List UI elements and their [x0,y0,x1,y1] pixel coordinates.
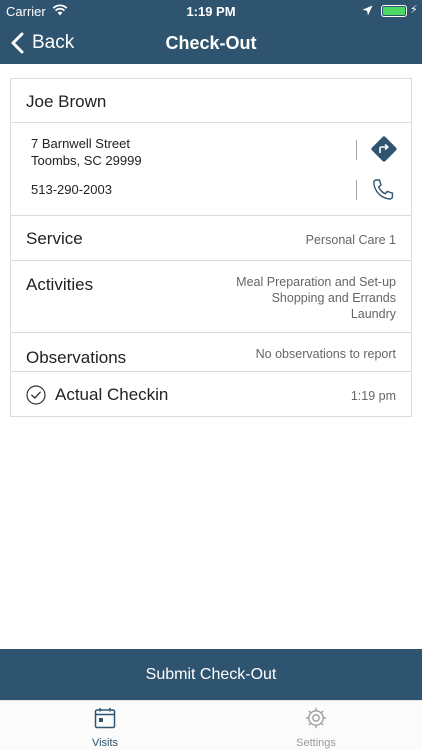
service-label: Service [26,229,83,248]
address-line1: 7 Barnwell Street [31,136,130,151]
tab-bar: Visits Settings [0,700,422,750]
activity-item: Laundry [350,307,396,321]
checkin-time: 1:19 pm [350,389,396,403]
checkin-label: Actual Checkin [55,385,169,404]
contact-row: 7 Barnwell Street Toombs, SC 29999 513-2… [11,123,411,216]
phone-number: 513-290-2003 [31,182,112,197]
divider [356,180,357,200]
client-name: Joe Brown [26,92,107,111]
check-circle-icon [26,385,46,405]
gear-icon [305,707,327,729]
activity-item: Shopping and Errands [271,291,396,305]
activity-item: Meal Preparation and Set-up [236,275,396,289]
activities-label: Activities [26,275,94,294]
checkin-row: Actual Checkin 1:19 pm [11,372,411,417]
nav-bar: Back Check-Out [0,22,422,64]
status-time: 1:19 PM [186,4,236,19]
tab-visits[interactable]: Visits [55,701,155,750]
directions-button[interactable] [370,135,398,163]
activities-row: Activities Meal Preparation and Set-up S… [11,261,411,333]
tab-visits-label: Visits [91,737,119,749]
observations-value: No observations to report [255,347,396,361]
divider [356,140,357,160]
location-arrow-icon [362,5,373,16]
submit-checkout-button[interactable]: Submit Check-Out [0,649,422,700]
address-line2: Toombs, SC 29999 [31,153,142,168]
visit-details-card: Joe Brown 7 Barnwell Street Toombs, SC 2… [10,78,412,417]
service-value: Personal Care 1 [305,233,396,247]
submit-label: Submit Check-Out [145,665,277,683]
page-title: Check-Out [165,33,257,53]
client-name-row: Joe Brown [11,79,411,123]
observations-row: Observations No observations to report [11,333,411,372]
observations-label: Observations [26,348,127,367]
battery-icon [381,5,407,17]
tab-settings-label: Settings [296,737,336,749]
tab-settings[interactable]: Settings [266,701,366,750]
calendar-icon [94,708,116,729]
activities-list: Meal Preparation and Set-up Shopping and… [236,274,396,322]
phone-button[interactable] [370,177,396,203]
status-bar: Carrier 1:19 PM ⚡ [0,0,422,22]
service-row: Service Personal Care 1 [11,216,411,261]
charging-icon: ⚡ [410,4,418,16]
top-bar: Carrier 1:19 PM ⚡ Back Check-Out [0,0,422,64]
